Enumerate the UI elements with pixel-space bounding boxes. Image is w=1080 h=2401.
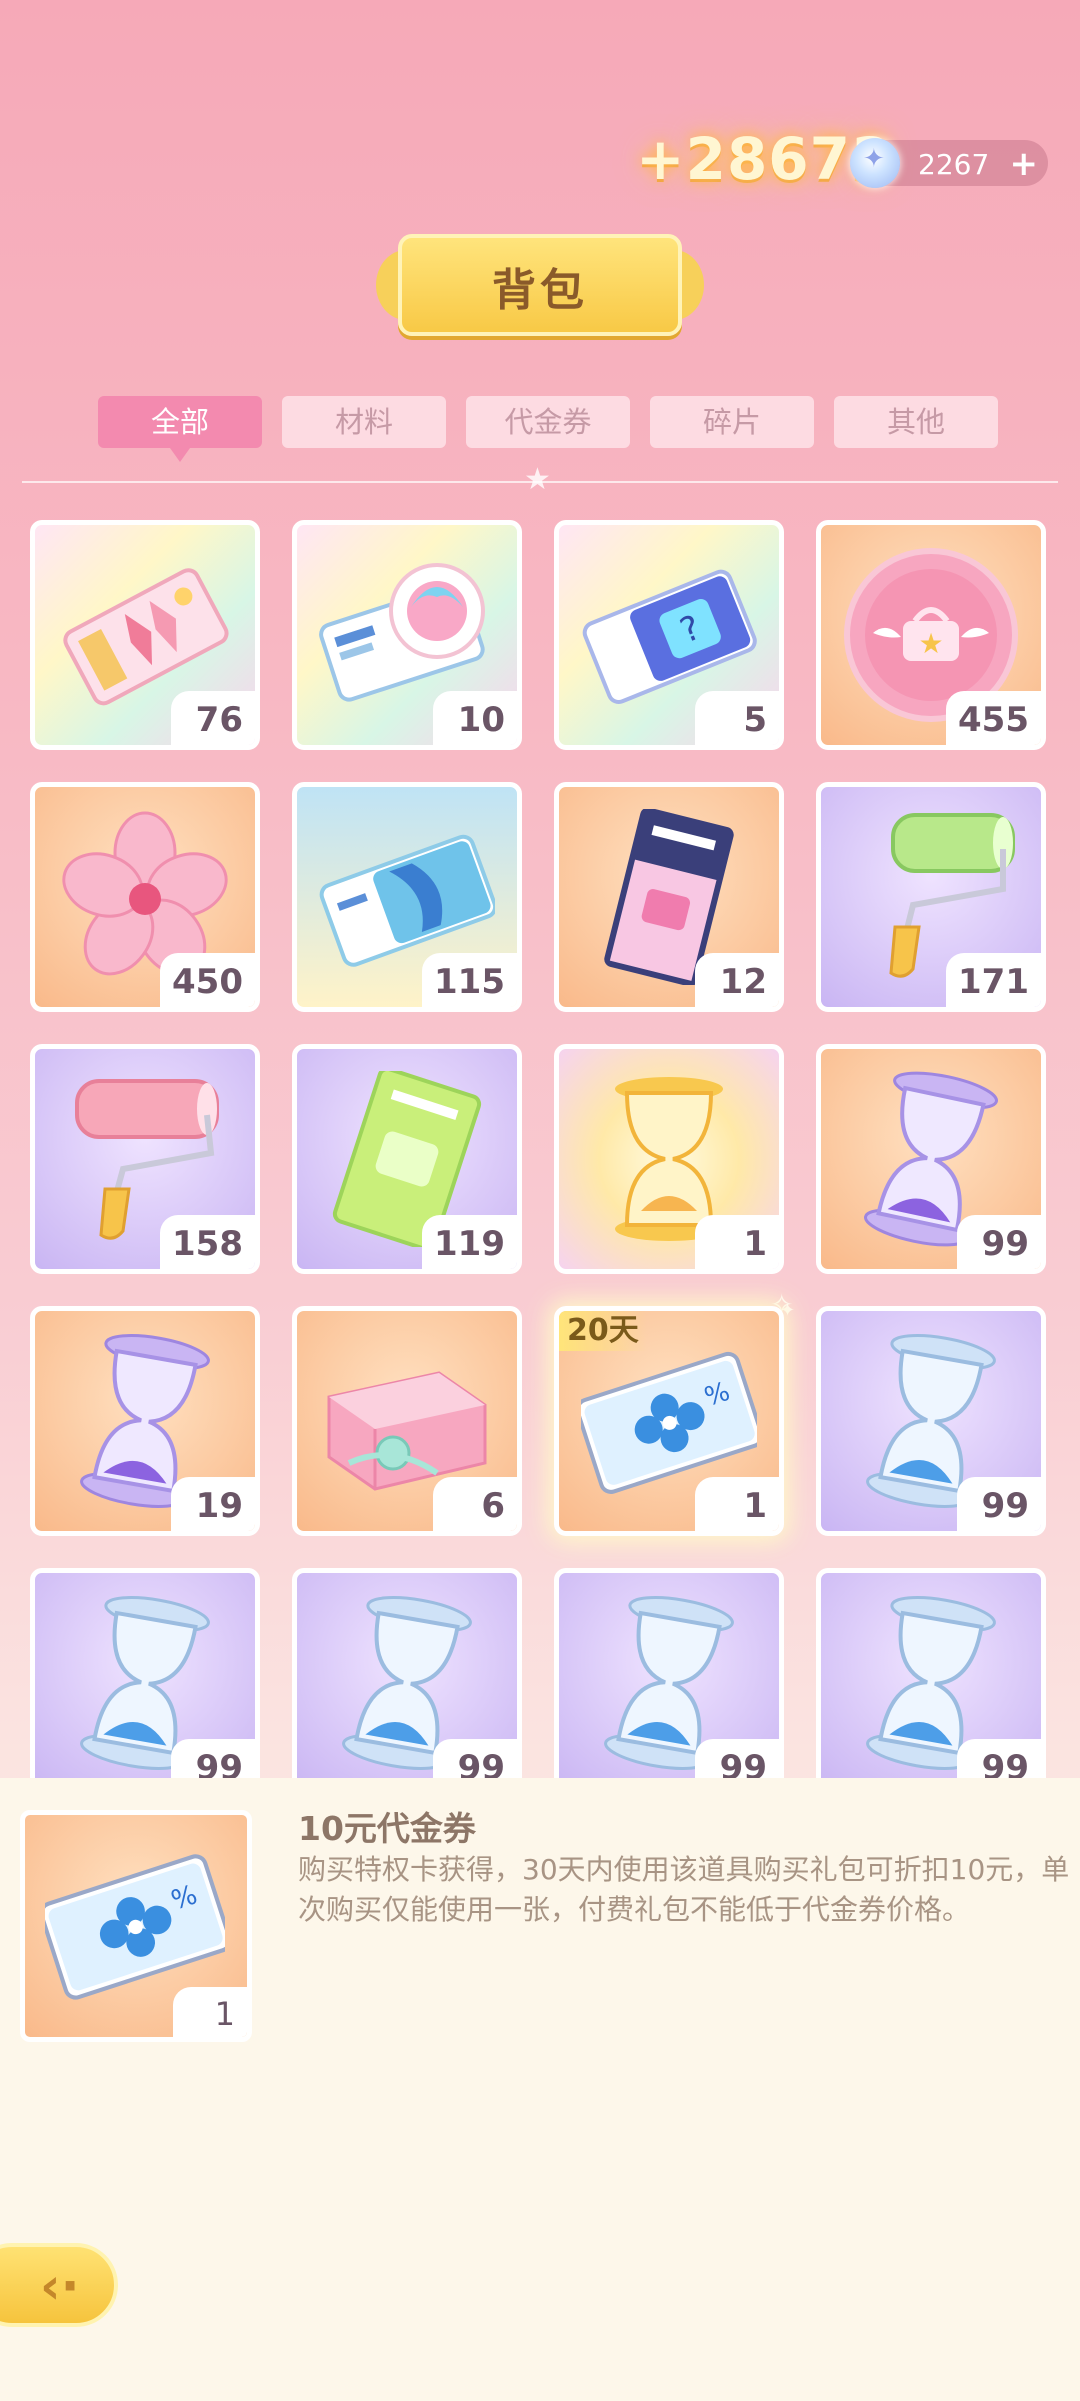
detail-count: 1 <box>173 1987 247 2037</box>
currency-counter: 2267 + <box>850 138 1048 188</box>
tab-vouchers[interactable]: 代金券 <box>466 396 630 448</box>
item-count: 1 <box>695 1215 779 1269</box>
inventory-item[interactable]: ★ 455 <box>816 520 1046 750</box>
inventory-item[interactable]: 119 <box>292 1044 522 1274</box>
inventory-item[interactable]: 99 <box>816 1568 1046 1778</box>
item-count: 99 <box>957 1739 1041 1778</box>
inventory-item[interactable]: 99 <box>292 1568 522 1778</box>
inventory-item[interactable]: 171 <box>816 782 1046 1012</box>
gem-icon <box>850 138 900 188</box>
detail-description: 购买特权卡获得，30天内使用该道具购买礼包可折扣10元，单次购买仅能使用一张，付… <box>298 1853 1070 1926</box>
inventory-item[interactable]: 115 <box>292 782 522 1012</box>
item-count: 1 <box>695 1477 779 1531</box>
item-count: 171 <box>946 953 1041 1007</box>
star-icon: ★ <box>524 462 551 497</box>
inventory-item[interactable]: 99 <box>30 1568 260 1778</box>
back-button[interactable]: ‹· <box>0 2243 118 2327</box>
inventory-item[interactable]: ? 5 <box>554 520 784 750</box>
item-count: 158 <box>160 1215 255 1269</box>
item-count: 450 <box>160 953 255 1007</box>
inventory-item[interactable]: 1 <box>554 1044 784 1274</box>
category-tabs: 全部 材料 代金券 碎片 其他 <box>98 396 998 462</box>
item-count: 5 <box>695 691 779 745</box>
back-arrow-icon: ‹· <box>40 2257 80 2315</box>
item-count: 99 <box>957 1477 1041 1531</box>
inventory-item[interactable]: 99 <box>554 1568 784 1778</box>
inventory-item[interactable]: 12 <box>554 782 784 1012</box>
inventory-grid: 76 10 ? 5 ★ 455 450 115 12 171 158 119 1… <box>30 520 1050 1778</box>
inventory-item[interactable]: 99 <box>816 1306 1046 1536</box>
item-count: 99 <box>433 1739 517 1778</box>
tab-fragments[interactable]: 碎片 <box>650 396 814 448</box>
item-count: 10 <box>433 691 517 745</box>
item-count: 76 <box>171 691 255 745</box>
inventory-item[interactable]: 99 <box>816 1044 1046 1274</box>
item-count: 99 <box>957 1215 1041 1269</box>
inventory-item[interactable]: 158 <box>30 1044 260 1274</box>
item-count: 99 <box>695 1739 779 1778</box>
item-count: 99 <box>171 1739 255 1778</box>
inventory-item[interactable]: 76 <box>30 520 260 750</box>
duration-badge: 20天 <box>559 1311 647 1351</box>
item-count: 455 <box>946 691 1041 745</box>
item-count: 119 <box>422 1215 517 1269</box>
title-banner: 背包 <box>376 230 704 340</box>
tab-all[interactable]: 全部 <box>98 396 262 462</box>
item-count: 19 <box>171 1477 255 1531</box>
item-count: 12 <box>695 953 779 1007</box>
page-title: 背包 <box>492 265 588 316</box>
item-count: 115 <box>422 953 517 1007</box>
tab-materials[interactable]: 材料 <box>282 396 446 448</box>
inventory-item[interactable]: 6 <box>292 1306 522 1536</box>
add-currency-button[interactable]: + <box>1010 144 1039 184</box>
inventory-item[interactable]: 19 <box>30 1306 260 1536</box>
tab-others[interactable]: 其他 <box>834 396 998 448</box>
item-detail-panel: % 1 10元代金券 购买特权卡获得，30天内使用该道具购买礼包可折扣10元，单… <box>0 1778 1080 2401</box>
detail-name: 10元代金券 <box>298 1809 476 1848</box>
detail-thumbnail: % 1 <box>20 1810 252 2042</box>
currency-amount: 2267 <box>918 148 990 181</box>
item-count: 6 <box>433 1477 517 1531</box>
svg-text:★: ★ <box>918 627 943 660</box>
inventory-item[interactable]: 450 <box>30 782 260 1012</box>
inventory-item[interactable]: 10 <box>292 520 522 750</box>
inventory-item-selected[interactable]: % 20天 1 <box>554 1306 784 1536</box>
